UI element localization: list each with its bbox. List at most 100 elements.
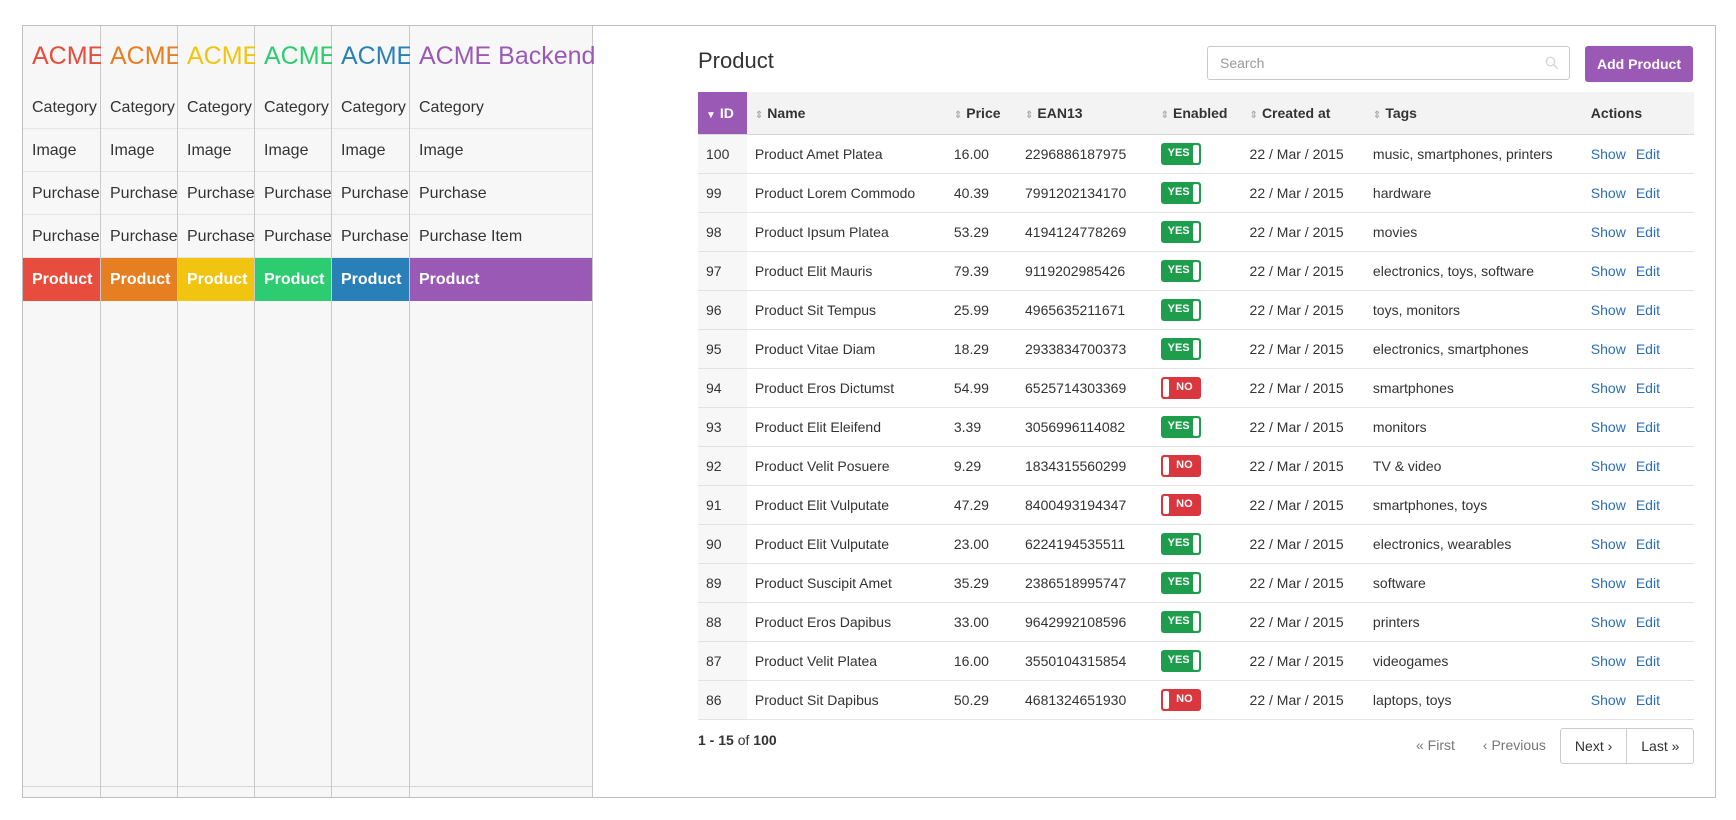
enabled-yes-toggle[interactable]: YES	[1160, 415, 1201, 438]
sidebar-item-image[interactable]: Image	[332, 129, 409, 172]
row-show-link[interactable]: Show	[1591, 302, 1626, 318]
search-box[interactable]	[1207, 46, 1570, 80]
sidebar-item-product[interactable]: Product	[101, 258, 177, 301]
enabled-yes-toggle[interactable]: YES	[1160, 220, 1201, 243]
enabled-yes-toggle[interactable]: YES	[1160, 142, 1201, 165]
enabled-yes-toggle[interactable]: YES	[1160, 649, 1201, 672]
column-header-created-at[interactable]: ⇕ Created at	[1241, 92, 1365, 135]
row-show-link[interactable]: Show	[1591, 419, 1626, 435]
sidebar-brand[interactable]: ACME	[332, 26, 413, 86]
row-show-link[interactable]: Show	[1591, 536, 1626, 552]
sidebar-item-purchase[interactable]: Purchase	[332, 215, 409, 258]
sidebar-item-image[interactable]: Image	[255, 129, 331, 172]
sidebar-brand[interactable]: ACME	[255, 26, 336, 86]
enabled-no-toggle[interactable]: NO	[1160, 688, 1201, 711]
row-show-link[interactable]: Show	[1591, 263, 1626, 279]
sidebar-item-category[interactable]: Category	[178, 86, 254, 129]
column-header-label: EAN13	[1037, 104, 1083, 121]
row-edit-link[interactable]: Edit	[1636, 380, 1660, 396]
enabled-yes-toggle[interactable]: YES	[1160, 259, 1201, 282]
sidebar-brand[interactable]: ACME Backend	[410, 26, 595, 86]
sidebar-item-purchase[interactable]: Purchase	[23, 172, 100, 215]
sidebar-item-category[interactable]: Category	[410, 86, 592, 129]
row-edit-link[interactable]: Edit	[1636, 458, 1660, 474]
row-edit-link[interactable]: Edit	[1636, 614, 1660, 630]
row-show-link[interactable]: Show	[1591, 692, 1626, 708]
row-show-link[interactable]: Show	[1591, 614, 1626, 630]
row-edit-link[interactable]: Edit	[1636, 263, 1660, 279]
row-edit-link[interactable]: Edit	[1636, 653, 1660, 669]
next-page-button[interactable]: Next ›	[1559, 728, 1628, 764]
cell-id: 99	[698, 173, 747, 213]
row-edit-link[interactable]: Edit	[1636, 497, 1660, 513]
row-show-link[interactable]: Show	[1591, 146, 1626, 162]
sidebar-item-category[interactable]: Category	[23, 86, 100, 129]
row-edit-link[interactable]: Edit	[1636, 536, 1660, 552]
column-header-name[interactable]: ⇕ Name	[746, 92, 946, 135]
row-show-link[interactable]: Show	[1591, 341, 1626, 357]
enabled-yes-toggle[interactable]: YES	[1160, 298, 1201, 321]
sidebar-item-product[interactable]: Product	[23, 258, 100, 301]
row-edit-link[interactable]: Edit	[1636, 224, 1660, 240]
enabled-yes-toggle[interactable]: YES	[1160, 337, 1201, 360]
column-header-ean13[interactable]: ⇕ EAN13	[1017, 92, 1153, 135]
column-header-enabled[interactable]: ⇕ Enabled	[1152, 92, 1242, 135]
enabled-yes-toggle[interactable]: YES	[1160, 571, 1201, 594]
sidebar-item-category[interactable]: Category	[255, 86, 331, 129]
sidebar-item-category[interactable]: Category	[101, 86, 177, 129]
sidebar-brand[interactable]: ACME	[23, 26, 104, 86]
sidebar-item-product[interactable]: Product	[332, 258, 409, 301]
row-show-link[interactable]: Show	[1591, 380, 1626, 396]
first-page-link[interactable]: « First	[1402, 728, 1469, 764]
toggle-label: YES	[1167, 224, 1190, 237]
sidebar-item-purchase[interactable]: Purchase	[101, 215, 177, 258]
row-show-link[interactable]: Show	[1591, 575, 1626, 591]
sidebar-item-product[interactable]: Product	[410, 258, 592, 301]
enabled-no-toggle[interactable]: NO	[1160, 454, 1201, 477]
column-header-id[interactable]: ▼ ID	[698, 92, 747, 135]
sidebar-item-purchase[interactable]: Purchase	[178, 215, 254, 258]
enabled-no-toggle[interactable]: NO	[1160, 493, 1201, 516]
sidebar-item-purchase-item[interactable]: Purchase Item	[410, 215, 592, 258]
enabled-no-toggle[interactable]: NO	[1160, 376, 1201, 399]
row-edit-link[interactable]: Edit	[1636, 692, 1660, 708]
column-header-price[interactable]: ⇕ Price	[945, 92, 1018, 135]
row-show-link[interactable]: Show	[1591, 224, 1626, 240]
sidebar-item-purchase[interactable]: Purchase	[101, 172, 177, 215]
sidebar-item-category[interactable]: Category	[332, 86, 409, 129]
row-edit-link[interactable]: Edit	[1636, 341, 1660, 357]
row-edit-link[interactable]: Edit	[1636, 146, 1660, 162]
sidebar-item-purchase[interactable]: Purchase	[255, 172, 331, 215]
column-header-tags[interactable]: ⇕ Tags	[1364, 92, 1583, 135]
sidebar-item-purchase[interactable]: Purchase	[410, 172, 592, 215]
previous-page-link[interactable]: ‹ Previous	[1469, 728, 1560, 764]
sidebar-item-image[interactable]: Image	[410, 129, 592, 172]
enabled-yes-toggle[interactable]: YES	[1160, 181, 1201, 204]
row-edit-link[interactable]: Edit	[1636, 575, 1660, 591]
sidebar-item-purchase[interactable]: Purchase	[255, 215, 331, 258]
sidebar-item-image[interactable]: Image	[101, 129, 177, 172]
enabled-yes-toggle[interactable]: YES	[1160, 610, 1201, 633]
sidebar-item-purchase[interactable]: Purchase	[23, 215, 100, 258]
row-show-link[interactable]: Show	[1591, 458, 1626, 474]
row-edit-link[interactable]: Edit	[1636, 185, 1660, 201]
toggle-label: YES	[1167, 341, 1190, 354]
row-show-link[interactable]: Show	[1591, 185, 1626, 201]
sidebar-item-purchase[interactable]: Purchase	[332, 172, 409, 215]
enabled-yes-toggle[interactable]: YES	[1160, 532, 1201, 555]
sidebar-brand[interactable]: ACME	[178, 26, 259, 86]
add-product-button[interactable]: Add Product	[1585, 46, 1693, 82]
sidebar-item-product[interactable]: Product	[178, 258, 254, 301]
row-show-link[interactable]: Show	[1591, 497, 1626, 513]
sidebar-item-purchase[interactable]: Purchase	[178, 172, 254, 215]
last-page-button[interactable]: Last »	[1627, 728, 1695, 764]
sidebar-item-product[interactable]: Product	[255, 258, 331, 301]
row-show-link[interactable]: Show	[1591, 653, 1626, 669]
search-input[interactable]	[1208, 47, 1538, 79]
sidebar-item-image[interactable]: Image	[178, 129, 254, 172]
cell-enabled: YES	[1152, 329, 1242, 369]
sidebar-item-image[interactable]: Image	[23, 129, 100, 172]
row-edit-link[interactable]: Edit	[1636, 419, 1660, 435]
sidebar-brand[interactable]: ACME	[101, 26, 182, 86]
row-edit-link[interactable]: Edit	[1636, 302, 1660, 318]
